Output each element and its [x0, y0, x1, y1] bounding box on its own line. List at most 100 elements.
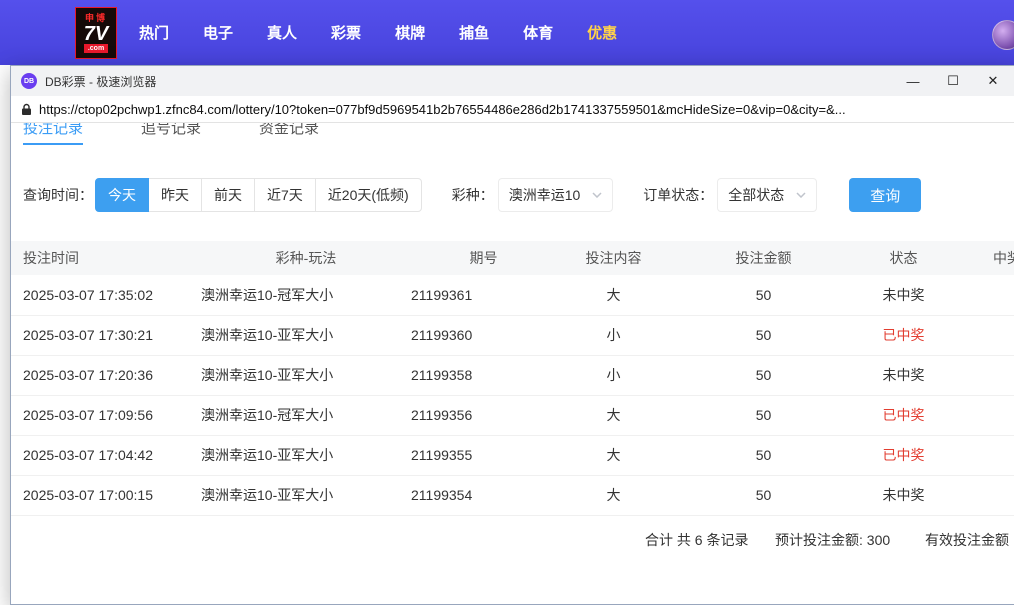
- column-header-2: 期号: [411, 241, 556, 275]
- tab-2[interactable]: 资金记录: [259, 123, 319, 145]
- content-cell: 小: [556, 355, 671, 395]
- game-cell: 澳洲幸运10-亚军大小: [201, 435, 411, 475]
- column-header-6: 中奖金额: [951, 241, 1014, 275]
- game-cell: 澳洲幸运10-冠军大小: [201, 275, 411, 315]
- maximize-button[interactable]: ☐: [933, 66, 973, 96]
- valid-amount-text: 有效投注金额: [925, 530, 1009, 550]
- topnav-item-3[interactable]: 彩票: [331, 22, 361, 43]
- prize-cell: [951, 435, 1014, 475]
- chevron-down-icon: [592, 192, 602, 198]
- issue-cell: 21199355: [411, 435, 556, 475]
- order-status-select-value: 全部状态: [728, 185, 784, 205]
- game-cell: 澳洲幸运10-亚军大小: [201, 315, 411, 355]
- time-filter-label: 查询时间：: [23, 185, 93, 205]
- tab-1[interactable]: 追号记录: [141, 123, 201, 145]
- time-filter-group: 今天昨天前天近7天近20天(低频): [95, 178, 422, 212]
- query-button[interactable]: 查询: [849, 178, 921, 212]
- table-row: 2025-03-07 17:20:36澳洲幸运10-亚军大小21199358小5…: [11, 355, 1014, 395]
- game-cell: 澳洲幸运10-亚军大小: [201, 475, 411, 515]
- issue-cell: 21199356: [411, 395, 556, 435]
- topnav-item-4[interactable]: 棋牌: [395, 22, 425, 43]
- table-row: 2025-03-07 17:00:15澳洲幸运10-亚军大小21199354大5…: [11, 475, 1014, 515]
- time-option-2[interactable]: 前天: [201, 178, 255, 212]
- topnav-item-0[interactable]: 热门: [139, 22, 169, 43]
- topnav-item-1[interactable]: 电子: [203, 22, 233, 43]
- time-option-4[interactable]: 近20天(低频): [315, 178, 422, 212]
- content-cell: 大: [556, 395, 671, 435]
- column-header-3: 投注内容: [556, 241, 671, 275]
- time-option-1[interactable]: 昨天: [148, 178, 202, 212]
- site-logo[interactable]: 申博 7V .com: [75, 7, 117, 59]
- topnav-item-5[interactable]: 捕鱼: [459, 22, 489, 43]
- game-cell: 澳洲幸运10-冠军大小: [201, 395, 411, 435]
- time-cell: 2025-03-07 17:04:42: [11, 435, 201, 475]
- issue-cell: 21199354: [411, 475, 556, 515]
- page-content: 投注记录追号记录资金记录 查询时间： 今天昨天前天近7天近20天(低频) 彩种：…: [11, 123, 1014, 604]
- status-cell: 未中奖: [856, 475, 951, 515]
- window-controls: — ☐ ✕: [893, 66, 1013, 96]
- time-cell: 2025-03-07 17:09:56: [11, 395, 201, 435]
- table-row: 2025-03-07 17:35:02澳洲幸运10-冠军大小21199361大5…: [11, 275, 1014, 315]
- issue-cell: 21199361: [411, 275, 556, 315]
- table-header-row: 投注时间彩种-玩法期号投注内容投注金额状态中奖金额: [11, 241, 1014, 275]
- time-cell: 2025-03-07 17:35:02: [11, 275, 201, 315]
- column-header-5: 状态: [856, 241, 951, 275]
- logo-top-text: 申博: [85, 13, 107, 24]
- prize-cell: [951, 395, 1014, 435]
- issue-cell: 21199358: [411, 355, 556, 395]
- topnav-item-6[interactable]: 体育: [523, 22, 553, 43]
- content-cell: 大: [556, 475, 671, 515]
- status-cell: 未中奖: [856, 355, 951, 395]
- amount-cell: 50: [671, 395, 856, 435]
- prize-cell: [951, 475, 1014, 515]
- content-cell: 大: [556, 435, 671, 475]
- amount-cell: 50: [671, 355, 856, 395]
- window-title: DB彩票 - 极速浏览器: [45, 73, 156, 90]
- status-cell: 未中奖: [856, 275, 951, 315]
- status-cell: 已中奖: [856, 395, 951, 435]
- amount-cell: 50: [671, 435, 856, 475]
- order-status-label: 订单状态：: [643, 185, 713, 205]
- column-header-0: 投注时间: [11, 241, 201, 275]
- prize-cell: [951, 355, 1014, 395]
- close-button[interactable]: ✕: [973, 66, 1013, 96]
- browser-titlebar[interactable]: DB DB彩票 - 极速浏览器 — ☐ ✕: [11, 66, 1014, 96]
- time-cell: 2025-03-07 17:20:36: [11, 355, 201, 395]
- table-row: 2025-03-07 17:09:56澳洲幸运10-冠军大小21199356大5…: [11, 395, 1014, 435]
- topnav-items: 热门 电子 真人 彩票 棋牌 捕鱼 体育 优惠: [139, 22, 617, 43]
- column-header-4: 投注金额: [671, 241, 856, 275]
- time-option-0[interactable]: 今天: [95, 178, 149, 212]
- issue-cell: 21199360: [411, 315, 556, 355]
- bet-records-table: 投注时间彩种-玩法期号投注内容投注金额状态中奖金额 2025-03-07 17:…: [11, 241, 1014, 516]
- amount-cell: 50: [671, 475, 856, 515]
- browser-window: DB DB彩票 - 极速浏览器 — ☐ ✕ https://ctop02pchw…: [10, 65, 1014, 605]
- content-cell: 小: [556, 315, 671, 355]
- lottery-select[interactable]: 澳洲幸运10: [498, 178, 614, 212]
- browser-favicon-icon: DB: [21, 73, 37, 89]
- minimize-button[interactable]: —: [893, 66, 933, 96]
- time-cell: 2025-03-07 17:00:15: [11, 475, 201, 515]
- summary-bar: 合计 共 6 条记录 预计投注金额: 300 有效投注金额: [11, 516, 1014, 560]
- table-row: 2025-03-07 17:30:21澳洲幸运10-亚军大小21199360小5…: [11, 315, 1014, 355]
- status-cell: 已中奖: [856, 315, 951, 355]
- topnav-item-7[interactable]: 优惠: [587, 22, 617, 43]
- topnav-item-2[interactable]: 真人: [267, 22, 297, 43]
- table-row: 2025-03-07 17:04:42澳洲幸运10-亚军大小21199355大5…: [11, 435, 1014, 475]
- expected-amount-text: 预计投注金额: 300: [775, 530, 890, 550]
- time-option-3[interactable]: 近7天: [254, 178, 316, 212]
- amount-cell: 50: [671, 315, 856, 355]
- logo-bottom-text: .com: [84, 44, 108, 53]
- site-header: 申博 7V .com 热门 电子 真人 彩票 棋牌 捕鱼 体育 优惠: [0, 0, 1014, 65]
- content-cell: 大: [556, 275, 671, 315]
- url-text[interactable]: https://ctop02pchwp1.zfnc84.com/lottery/…: [39, 102, 846, 117]
- logo-main-text: 7V: [84, 24, 108, 44]
- lock-icon: [21, 103, 32, 116]
- address-bar[interactable]: https://ctop02pchwp1.zfnc84.com/lottery/…: [11, 96, 1014, 123]
- prize-cell: [951, 315, 1014, 355]
- order-status-select[interactable]: 全部状态: [717, 178, 817, 212]
- tab-0[interactable]: 投注记录: [23, 123, 83, 145]
- time-cell: 2025-03-07 17:30:21: [11, 315, 201, 355]
- user-avatar[interactable]: [992, 20, 1014, 50]
- table-body: 2025-03-07 17:35:02澳洲幸运10-冠军大小21199361大5…: [11, 275, 1014, 515]
- total-records-text: 合计 共 6 条记录: [645, 530, 748, 550]
